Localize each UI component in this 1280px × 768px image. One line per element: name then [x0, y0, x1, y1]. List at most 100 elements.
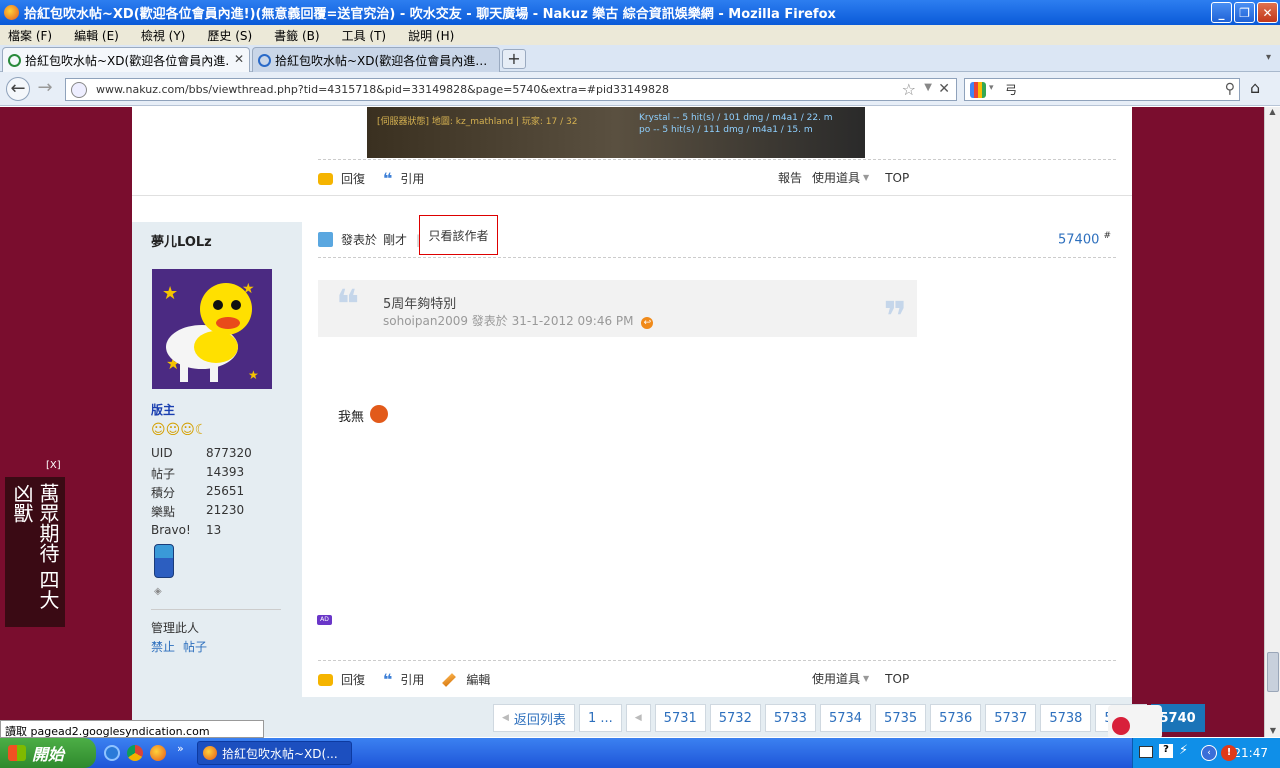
floating-widget-icon[interactable]	[1108, 705, 1162, 737]
forward-button[interactable]: →	[33, 77, 57, 101]
edit-icon	[442, 672, 457, 687]
game-line-1: Krystal -- 5 hit(s) / 101 dmg / m4a1 / 2…	[639, 113, 833, 123]
search-box[interactable]: ▾ 弓 ⚲	[964, 78, 1240, 101]
back-button[interactable]: ←	[6, 77, 30, 101]
medal-icon[interactable]	[154, 544, 174, 578]
menu-bookmarks[interactable]: 書籤 (B)	[274, 27, 319, 44]
scroll-down-icon[interactable]: ▼	[1265, 726, 1280, 735]
scrollbar-thumb[interactable]	[1267, 652, 1279, 692]
quicklaunch-more-icon[interactable]: »	[177, 742, 184, 755]
site-icon	[258, 54, 271, 67]
page-5732[interactable]: 5732	[709, 704, 761, 732]
tab-2-label: 拾紅包吹水帖~XD(歡迎各位會員內進…	[275, 53, 488, 68]
post-floor-link[interactable]: 57400 #	[1058, 231, 1111, 247]
prev-page-icon[interactable]: ◀	[625, 704, 651, 732]
search-icon[interactable]: ⚲	[1225, 81, 1235, 97]
page-5734[interactable]: 5734	[819, 704, 872, 732]
quote-open-icon: ❝	[336, 282, 360, 328]
search-text: 弓	[1005, 83, 1018, 97]
menu-bar: 檔案 (F) 編輯 (E) 檢視 (Y) 歷史 (S) 書籤 (B) 工具 (T…	[0, 25, 1280, 45]
reply-link[interactable]: 回復	[341, 671, 365, 688]
page-5738[interactable]: 5738	[1040, 704, 1092, 732]
tab-list-icon[interactable]: ▾	[1266, 52, 1271, 63]
start-button[interactable]: 開始	[0, 738, 96, 768]
engine-dropdown-icon[interactable]: ▾	[989, 83, 994, 93]
tab-2[interactable]: 拾紅包吹水帖~XD(歡迎各位會員內進…	[252, 47, 500, 72]
goto-post-icon[interactable]: ↩	[641, 317, 654, 329]
menu-edit[interactable]: 編輯 (E)	[74, 27, 119, 44]
quicklaunch-ie-icon[interactable]	[104, 745, 120, 761]
home-icon[interactable]: ⌂	[1250, 78, 1260, 97]
ad-tag[interactable]: AD	[317, 615, 332, 625]
ban-link[interactable]: 禁止	[151, 638, 175, 655]
author-name[interactable]: 夢儿LOLz	[151, 231, 212, 250]
taskbar-firefox-item[interactable]: 拾紅包吹水帖~XD(...	[197, 741, 352, 765]
bookmark-star-icon[interactable]: ☆	[902, 80, 916, 99]
back-to-list-button[interactable]: ◀ 返回列表	[493, 704, 575, 732]
page-5731[interactable]: 5731	[654, 704, 706, 732]
page-5736[interactable]: 5736	[930, 704, 982, 732]
avatar[interactable]: ★ ★ ★ ★	[152, 269, 272, 389]
tools-menu[interactable]: 使用道具	[812, 169, 860, 186]
edit-link[interactable]: 編輯	[466, 671, 490, 688]
only-author-link[interactable]: 只看該作者	[419, 215, 498, 255]
help-icon[interactable]: ?	[1159, 744, 1173, 758]
quote-link[interactable]: 引用	[400, 170, 424, 187]
ad-close-button[interactable]: [X]	[46, 460, 61, 471]
menu-help[interactable]: 說明 (H)	[408, 27, 454, 44]
scroll-up-icon[interactable]: ▲	[1265, 107, 1280, 116]
minimize-button[interactable]: _	[1211, 2, 1232, 23]
quicklaunch-firefox-icon[interactable]	[150, 745, 166, 761]
tab-close-icon[interactable]: ✕	[234, 52, 244, 66]
post-separator	[132, 195, 1132, 196]
clock: 21:47	[1233, 746, 1268, 760]
alert-icon[interactable]: !	[1221, 745, 1237, 761]
manage-title: 管理此人	[151, 621, 200, 635]
page-viewport: [伺服器狀態] 地圖: kz_mathland | 玩家: 17 / 32 Kr…	[0, 107, 1264, 737]
post-header: 發表於 剛才 |	[318, 231, 429, 248]
report-link[interactable]: 報告	[778, 169, 802, 186]
page-5733[interactable]: 5733	[764, 704, 816, 732]
user-role[interactable]: 版主	[151, 401, 175, 418]
menu-history[interactable]: 歷史 (S)	[207, 27, 252, 44]
menu-tools[interactable]: 工具 (T)	[342, 27, 387, 44]
tab-1[interactable]: 拾紅包吹水帖~XD(歡迎各位會員內進… ✕	[2, 47, 250, 72]
quote-link[interactable]: 引用	[400, 671, 424, 688]
window-title: 拾紅包吹水帖~XD(歡迎各位會員內進!)(無意義回覆=送官究治) - 吹水交友 …	[24, 7, 836, 22]
status-bar: 讀取 pagead2.googlesyndication.com	[0, 720, 264, 738]
vertical-scrollbar[interactable]: ▲ ▼	[1264, 107, 1280, 737]
reply-link[interactable]: 回復	[341, 170, 365, 187]
side-ad-banner[interactable]: 萬眾期待 四大凶獸	[5, 477, 65, 627]
divider	[318, 159, 1116, 160]
close-window-button[interactable]: ✕	[1257, 2, 1278, 23]
maximize-button[interactable]: ❐	[1234, 2, 1255, 23]
url-bar[interactable]: www.nakuz.com/bbs/viewthread.php?tid=431…	[65, 78, 957, 101]
top-link[interactable]: TOP	[885, 171, 909, 185]
system-tray: ? ⚡ ‹ ! 21:47	[1132, 738, 1280, 768]
quicklaunch-chrome-icon[interactable]	[127, 745, 143, 761]
network-icon[interactable]: ⚡	[1179, 743, 1188, 758]
menu-file[interactable]: 檔案 (F)	[8, 27, 52, 44]
menu-view[interactable]: 檢視 (Y)	[141, 27, 186, 44]
page-5735[interactable]: 5735	[875, 704, 927, 732]
sidebar-divider	[151, 609, 281, 610]
first-page-link[interactable]: 1 ...	[578, 704, 622, 732]
svg-text:★: ★	[248, 368, 259, 382]
floor-number: 57400	[1058, 232, 1100, 248]
google-icon[interactable]	[970, 82, 986, 98]
tray-chevron-icon[interactable]: ‹	[1201, 745, 1217, 761]
stat-points: 樂點 21230	[151, 503, 245, 519]
tools-menu[interactable]: 使用道具	[812, 670, 860, 687]
top-link[interactable]: TOP	[885, 672, 909, 686]
url-dropdown-icon[interactable]: ▼	[924, 82, 932, 93]
page-5737[interactable]: 5737	[985, 704, 1037, 732]
quote-icon: ❝	[383, 670, 393, 689]
windows-logo-icon	[8, 745, 26, 761]
stop-icon[interactable]: ✕	[938, 81, 950, 97]
user-posts-link[interactable]: 帖子	[183, 638, 207, 655]
posted-prefix: 發表於	[341, 233, 378, 247]
new-tab-button[interactable]: +	[502, 49, 526, 69]
keyboard-icon[interactable]	[1139, 746, 1153, 758]
ad-text: 萬眾期待 四大凶獸	[10, 483, 60, 610]
rank-icons: ☺☺☺☾	[151, 422, 208, 438]
